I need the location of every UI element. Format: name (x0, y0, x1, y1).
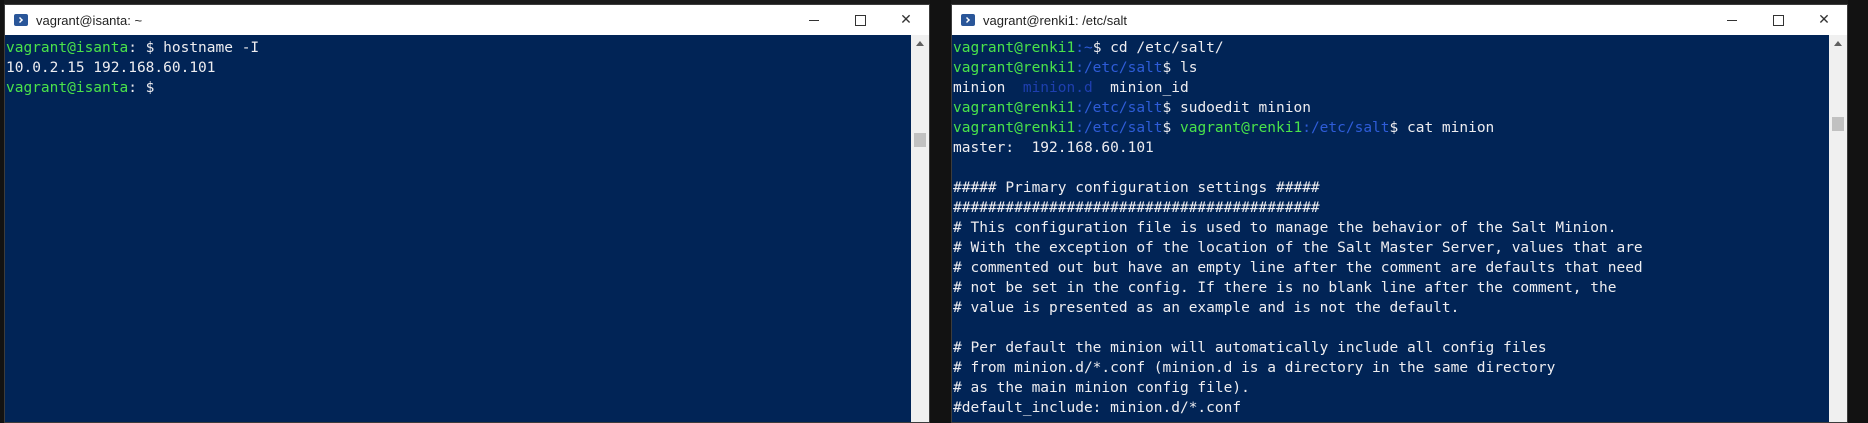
terminal-text: #default_include: minion.d/*.conf (953, 400, 1242, 416)
terminal-text: : $ (128, 80, 155, 96)
terminal-text: minion_id (1092, 80, 1189, 96)
terminal-line: # Per default the minion will automatica… (953, 338, 1827, 358)
terminal-line: master: 192.168.60.101 (953, 138, 1827, 158)
terminal-output[interactable]: vagrant@isanta: $ hostname -I 10.0.2.15 1… (5, 38, 909, 422)
terminal-line: ########################################… (953, 198, 1827, 218)
terminal-area[interactable]: vagrant@renki1:~$ cd /etc/salt/vagrant@r… (952, 35, 1847, 422)
window-title: vagrant@isanta: ~ (36, 12, 143, 28)
terminal-line: # commented out but have an empty line a… (953, 258, 1827, 278)
user-host: vagrant@renki1 (953, 100, 1076, 116)
powershell-icon (961, 14, 975, 26)
terminal-text: : $ hostname -I (128, 40, 260, 56)
terminal-window-isanta[interactable]: vagrant@isanta: ~ vagrant@isanta: $ host… (4, 4, 930, 423)
terminal-text: $ ls (1162, 60, 1198, 76)
directory-name: minion.d (1022, 80, 1093, 96)
terminal-line: vagrant@isanta: $ hostname -I (6, 38, 909, 58)
terminal-text: # commented out but have an empty line a… (953, 260, 1643, 276)
terminal-area[interactable]: vagrant@isanta: $ hostname -I 10.0.2.15 1… (5, 35, 929, 422)
prompt-path: :~ (1075, 40, 1093, 56)
terminal-text: # from minion.d/*.conf (minion.d is a di… (953, 360, 1556, 376)
terminal-text: $ (1162, 120, 1180, 136)
terminal-text: $ cd /etc/salt/ (1092, 40, 1224, 56)
terminal-line: ##### Primary configuration settings ###… (953, 178, 1827, 198)
window-title: vagrant@renki1: /etc/salt (983, 12, 1127, 28)
terminal-line: # as the main minion config file). (953, 378, 1827, 398)
maximize-button[interactable] (1755, 5, 1801, 35)
terminal-line: # from minion.d/*.conf (minion.d is a di… (953, 358, 1827, 378)
terminal-text: # This configuration file is used to man… (953, 220, 1617, 236)
terminal-text: # value is presented as an example and i… (953, 300, 1460, 316)
terminal-text: # as the main minion config file). (953, 380, 1250, 396)
terminal-line: vagrant@isanta: $ (6, 78, 909, 98)
user-host: vagrant@renki1 (953, 40, 1076, 56)
terminal-window-renki1[interactable]: vagrant@renki1: /etc/salt vagrant@renki1… (951, 4, 1848, 423)
minimize-button[interactable] (791, 5, 837, 35)
terminal-line: # not be set in the config. If there is … (953, 278, 1827, 298)
user-host: vagrant@renki1 (953, 120, 1076, 136)
scroll-up-arrow-icon[interactable] (1834, 41, 1842, 46)
scrollbar-thumb[interactable] (914, 133, 926, 147)
prompt-path: :/etc/salt (1302, 120, 1390, 136)
scrollbar-thumb[interactable] (1832, 117, 1844, 131)
terminal-output[interactable]: vagrant@renki1:~$ cd /etc/salt/vagrant@r… (952, 38, 1827, 422)
terminal-line: 10.0.2.15 192.168.60.101 (6, 58, 909, 78)
terminal-line: #default_include: minion.d/*.conf (953, 398, 1827, 418)
terminal-text: ##### Primary configuration settings ###… (953, 180, 1320, 196)
terminal-text: ########################################… (953, 200, 1320, 216)
close-button[interactable] (1801, 5, 1847, 35)
minimize-button[interactable] (1709, 5, 1755, 35)
window-controls (791, 5, 929, 35)
user-host: vagrant@renki1 (953, 60, 1076, 76)
terminal-line: vagrant@renki1:/etc/salt$ vagrant@renki1… (953, 118, 1827, 138)
user-host: vagrant@isanta (6, 40, 129, 56)
user-host: vagrant@renki1 (1180, 120, 1303, 136)
terminal-text: minion (953, 80, 1023, 96)
prompt-path: :/etc/salt (1075, 100, 1163, 116)
terminal-line: # value is presented as an example and i… (953, 298, 1827, 318)
terminal-text: # Per default the minion will automatica… (953, 340, 1547, 356)
terminal-line: minion minion.d minion_id (953, 78, 1827, 98)
scrollbar[interactable] (1829, 35, 1847, 422)
terminal-text: # not be set in the config. If there is … (953, 280, 1617, 296)
terminal-text: 10.0.2.15 192.168.60.101 (6, 60, 216, 76)
desktop-background-middle (930, 0, 951, 423)
terminal-text: $ cat minion (1389, 120, 1495, 136)
terminal-line: vagrant@renki1:/etc/salt$ sudoedit minio… (953, 98, 1827, 118)
terminal-line: # This configuration file is used to man… (953, 218, 1827, 238)
desktop-background-right (1848, 0, 1868, 423)
scrollbar[interactable] (911, 35, 929, 422)
scroll-up-arrow-icon[interactable] (916, 41, 924, 46)
prompt-path: :/etc/salt (1075, 60, 1163, 76)
powershell-icon (14, 14, 28, 26)
terminal-line: # With the exception of the location of … (953, 238, 1827, 258)
terminal-text: $ sudoedit minion (1162, 100, 1311, 116)
close-button[interactable] (883, 5, 929, 35)
title-bar[interactable]: vagrant@isanta: ~ (5, 5, 929, 35)
window-controls (1709, 5, 1847, 35)
prompt-path: :/etc/salt (1075, 120, 1163, 136)
maximize-button[interactable] (837, 5, 883, 35)
terminal-text: master: 192.168.60.101 (953, 140, 1154, 156)
terminal-line: vagrant@renki1:~$ cd /etc/salt/ (953, 38, 1827, 58)
user-host: vagrant@isanta (6, 80, 129, 96)
terminal-line: vagrant@renki1:/etc/salt$ ls (953, 58, 1827, 78)
title-bar[interactable]: vagrant@renki1: /etc/salt (952, 5, 1847, 35)
terminal-text: # With the exception of the location of … (953, 240, 1643, 256)
